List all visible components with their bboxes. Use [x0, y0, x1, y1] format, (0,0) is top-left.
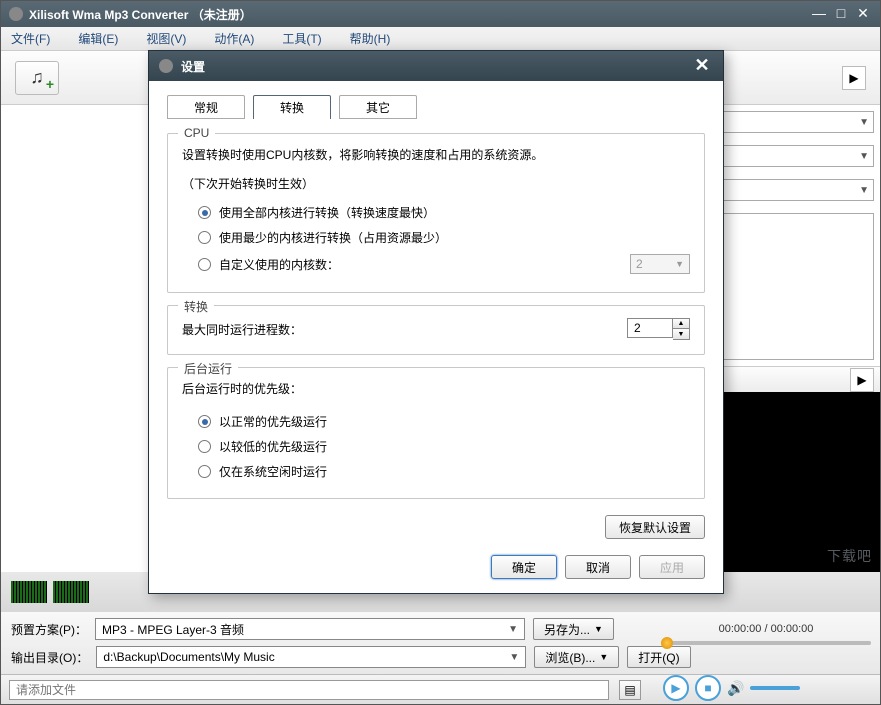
dialog-title: 设置 [181, 58, 691, 75]
volume-slider[interactable] [750, 686, 800, 690]
chevron-down-icon: ▼ [509, 652, 519, 663]
cpu-legend: CPU [178, 126, 215, 140]
radio-cpu-min-label: 使用最少的内核进行转换（占用资源最少） [219, 229, 447, 246]
list-icon: ▤ [624, 683, 635, 697]
seek-thumb[interactable] [661, 637, 673, 649]
bg-legend: 后台运行 [178, 360, 238, 377]
preset-value: MP3 - MPEG Layer-3 音频 [102, 621, 244, 638]
menu-help[interactable]: 帮助(H) [350, 30, 391, 47]
radio-bg-low[interactable] [198, 440, 211, 453]
app-logo-icon [9, 7, 23, 21]
chevron-down-icon: ▼ [508, 624, 518, 635]
radio-bg-normal[interactable] [198, 415, 211, 428]
output-label: 输出目录(O)： [11, 649, 88, 666]
cpu-group: CPU 设置转换时使用CPU内核数，将影响转换的速度和占用的系统资源。 （下次开… [167, 133, 705, 293]
play-icon: ▶ [857, 373, 866, 387]
status-input[interactable] [9, 680, 609, 700]
menu-view[interactable]: 视图(V) [146, 30, 186, 47]
music-note-icon: ♫ [30, 67, 44, 88]
play-icon: ▶ [671, 681, 680, 695]
play-icon: ▶ [849, 71, 858, 85]
radio-bg-idle[interactable] [198, 465, 211, 478]
restore-defaults-button[interactable]: 恢复默认设置 [605, 515, 705, 539]
chevron-down-icon: ▼ [859, 185, 869, 196]
right-panel-next-button[interactable]: ▶ [850, 368, 874, 392]
save-as-button[interactable]: 另存为...▼ [533, 618, 614, 640]
chevron-down-icon: ▼ [859, 117, 869, 128]
radio-cpu-custom-label: 自定义使用的内核数： [219, 256, 339, 273]
background-group: 后台运行 后台运行时的优先级： 以正常的优先级运行 以较低的优先级运行 仅在系统… [167, 367, 705, 499]
volume-icon[interactable]: 🔊 [727, 680, 744, 697]
dialog-titlebar: 设置 ✕ [149, 51, 723, 81]
convert-legend: 转换 [178, 298, 214, 315]
radio-cpu-all[interactable] [198, 206, 211, 219]
radio-bg-low-label: 以较低的优先级运行 [219, 438, 327, 455]
max-process-label: 最大同时运行进程数： [182, 321, 302, 338]
menu-tool[interactable]: 工具(T) [282, 30, 321, 47]
output-value: d:\Backup\Documents\My Music [103, 650, 274, 664]
output-combo[interactable]: d:\Backup\Documents\My Music ▼ [96, 646, 526, 668]
add-file-button[interactable]: ♫ + [15, 61, 59, 95]
watermark-text: 下载吧 [827, 546, 872, 566]
cpu-note: （下次开始转换时生效） [182, 175, 690, 192]
main-titlebar: Xilisoft Wma Mp3 Converter （未注册） — □ ✕ [1, 1, 880, 27]
menubar: 文件(F) 编辑(E) 视图(V) 动作(A) 工具(T) 帮助(H) [1, 27, 880, 51]
minimize-button[interactable]: — [810, 6, 828, 22]
spinner-up[interactable]: ▲ [673, 319, 689, 329]
close-button[interactable]: ✕ [854, 6, 872, 22]
radio-bg-normal-label: 以正常的优先级运行 [219, 413, 327, 430]
chevron-down-icon: ▼ [675, 259, 684, 269]
preset-label: 预置方案(P)： [11, 621, 87, 638]
dialog-close-button[interactable]: ✕ [691, 56, 713, 76]
waveform-block [53, 581, 89, 603]
cpu-cores-combo: 2 ▼ [630, 254, 690, 274]
stop-icon: ■ [704, 681, 711, 695]
browse-button[interactable]: 浏览(B)...▼ [534, 646, 619, 668]
radio-cpu-custom[interactable] [198, 258, 211, 271]
status-list-button[interactable]: ▤ [619, 680, 641, 700]
radio-cpu-min[interactable] [198, 231, 211, 244]
tab-convert[interactable]: 转换 [253, 95, 331, 119]
player-time: 00:00:00 / 00:00:00 [719, 623, 814, 635]
spinner-down[interactable]: ▼ [673, 329, 689, 339]
dialog-logo-icon [159, 59, 173, 73]
tab-general[interactable]: 常规 [167, 95, 245, 119]
bg-label: 后台运行时的优先级： [182, 380, 690, 399]
cancel-button[interactable]: 取消 [565, 555, 631, 579]
window-title: Xilisoft Wma Mp3 Converter （未注册） [29, 6, 810, 23]
menu-edit[interactable]: 编辑(E) [78, 30, 118, 47]
radio-cpu-all-label: 使用全部内核进行转换（转换速度最快） [219, 204, 435, 221]
waveform-block [11, 581, 47, 603]
chevron-down-icon: ▼ [599, 652, 608, 662]
tab-other[interactable]: 其它 [339, 95, 417, 119]
menu-action[interactable]: 动作(A) [214, 30, 254, 47]
play-button[interactable]: ▶ [663, 675, 689, 701]
ok-button[interactable]: 确定 [491, 555, 557, 579]
max-process-input[interactable] [627, 318, 673, 338]
maximize-button[interactable]: □ [832, 6, 850, 22]
toolbar-next-button[interactable]: ▶ [842, 66, 866, 90]
chevron-down-icon: ▼ [594, 624, 603, 634]
preset-combo[interactable]: MP3 - MPEG Layer-3 音频 ▼ [95, 618, 525, 640]
convert-group: 转换 最大同时运行进程数： ▲ ▼ [167, 305, 705, 355]
settings-dialog: 设置 ✕ 常规 转换 其它 CPU 设置转换时使用CPU内核数，将影响转换的速度… [148, 50, 724, 594]
stop-button[interactable]: ■ [695, 675, 721, 701]
cpu-desc: 设置转换时使用CPU内核数，将影响转换的速度和占用的系统资源。 [182, 146, 690, 165]
radio-bg-idle-label: 仅在系统空闲时运行 [219, 463, 327, 480]
menu-file[interactable]: 文件(F) [11, 30, 50, 47]
plus-icon: + [46, 76, 54, 92]
apply-button[interactable]: 应用 [639, 555, 705, 579]
chevron-down-icon: ▼ [859, 151, 869, 162]
